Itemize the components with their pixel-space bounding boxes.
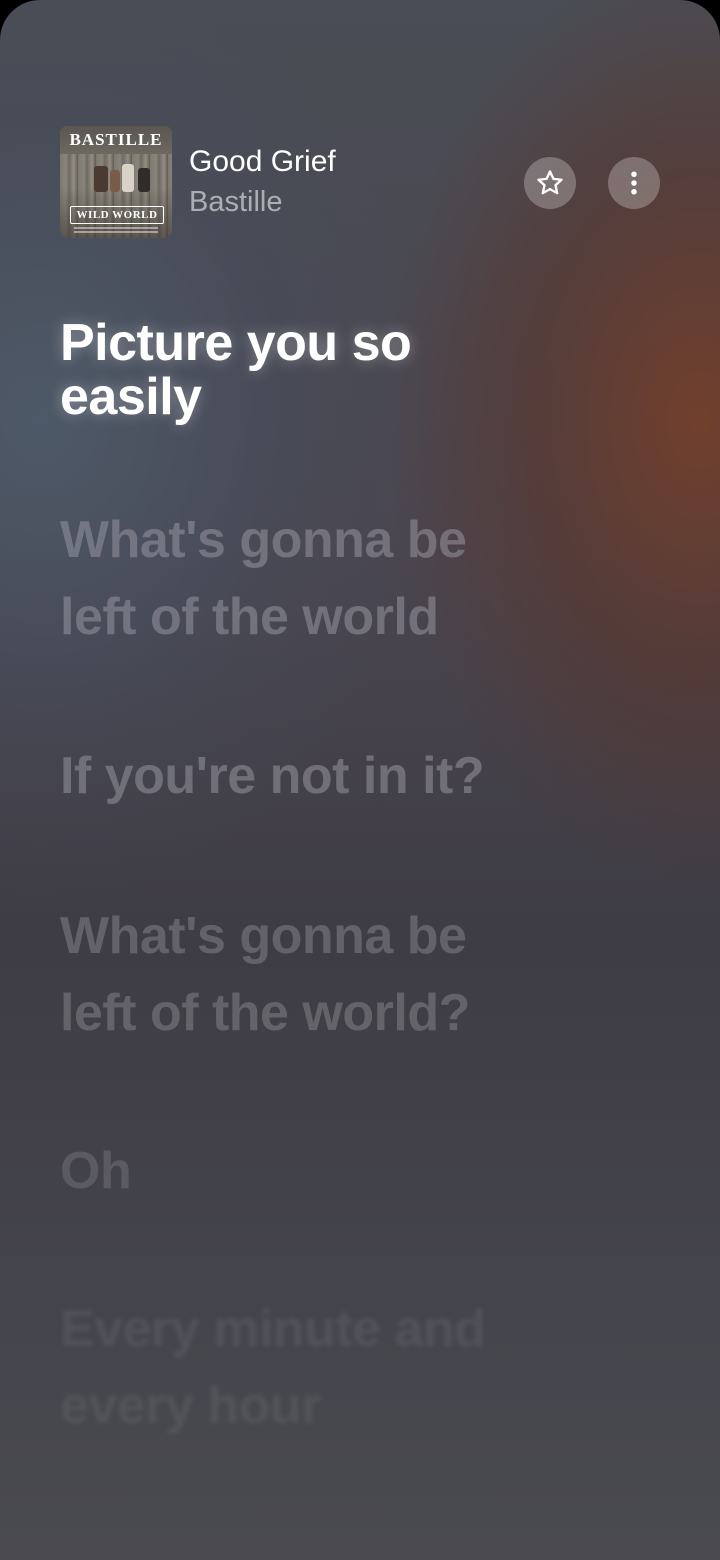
favorite-button[interactable] — [524, 157, 576, 209]
album-cover[interactable]: BASTILLE WILD WORLD — [60, 126, 172, 238]
lyrics-screen: BASTILLE WILD WORLD Good Grief Bastille … — [0, 0, 720, 1560]
album-cover-band-name: BASTILLE — [69, 130, 163, 149]
album-cover-figure — [122, 164, 134, 192]
lyric-line-active[interactable]: Picture you so easily — [60, 316, 620, 424]
lyric-line[interactable]: If you're not in it? — [60, 738, 620, 815]
album-cover-figure — [138, 168, 150, 192]
album-cover-fine-print — [74, 231, 158, 233]
lyric-line[interactable]: Oh — [60, 1133, 620, 1210]
song-title[interactable]: Good Grief — [189, 144, 336, 180]
album-cover-fine-print — [74, 227, 158, 229]
album-cover-album-name: WILD WORLD — [70, 206, 164, 224]
star-outline-icon — [537, 170, 563, 195]
lyric-line[interactable]: What's gonna be left of the world — [60, 502, 620, 656]
lyric-line[interactable]: Every minute and every hour — [60, 1291, 620, 1445]
now-playing-header: BASTILLE WILD WORLD Good Grief Bastille — [60, 126, 660, 240]
album-cover-figure — [110, 170, 120, 192]
vertical-ellipsis-icon — [631, 171, 637, 195]
lyric-line[interactable]: What's gonna be left of the world? — [60, 898, 620, 1052]
album-cover-figure — [94, 166, 108, 192]
song-artist[interactable]: Bastille — [189, 184, 283, 220]
more-options-button[interactable] — [608, 157, 660, 209]
lyrics-list[interactable]: Picture you so easily What's gonna be le… — [60, 312, 620, 1445]
